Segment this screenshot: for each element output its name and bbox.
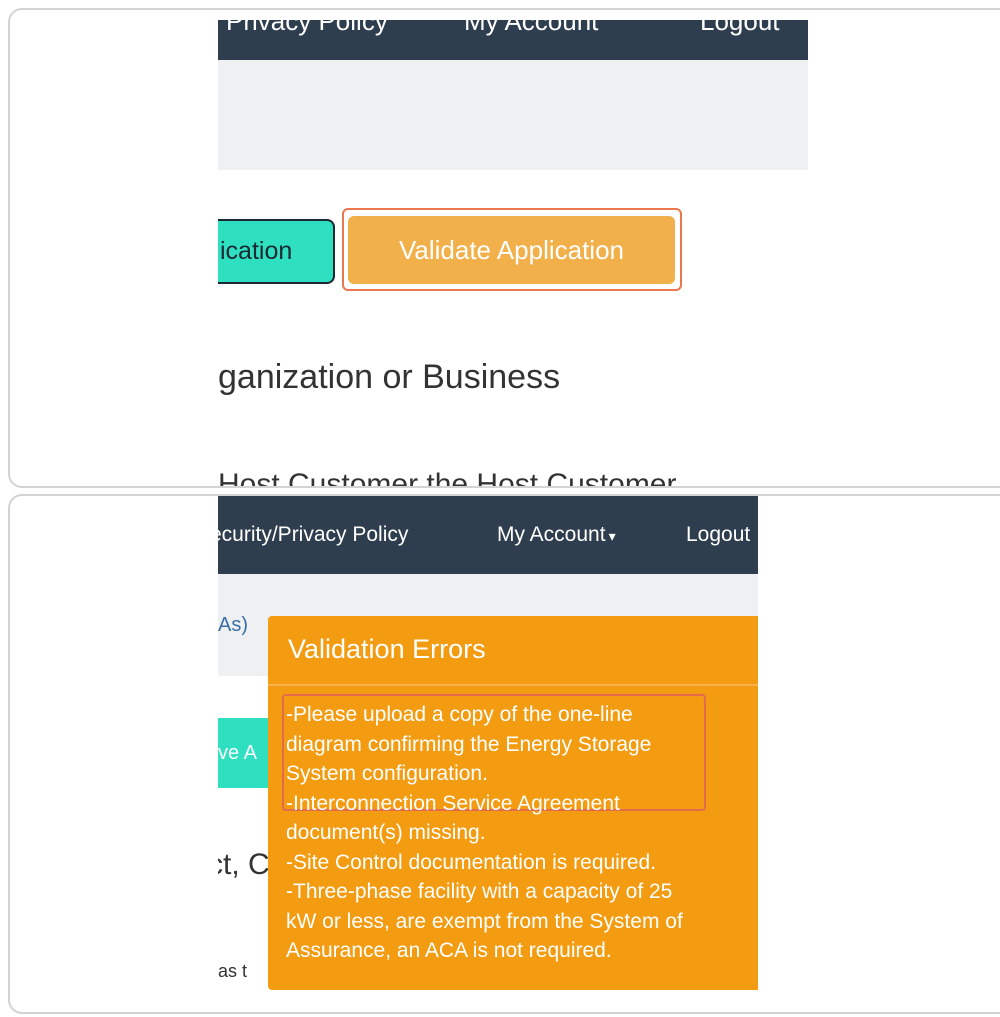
error-line: diagram confirming the Energy Storage [286,732,652,756]
nav-security-privacy-link[interactable]: ecurity/Privacy Policy [218,523,408,547]
error-line: -Three-phase facility with a capacity of… [286,880,673,903]
validation-error-list: -Please upload a copy of the one-line di… [286,700,756,966]
nav-my-account-dropdown[interactable]: My Account ▾ [497,523,616,547]
error-line: System configuration. [286,762,488,785]
section-text-cut: Host Customer the Host Customer [218,468,677,486]
popover-title: Validation Errors [288,634,486,664]
error-line: document(s) missing. [286,821,486,844]
screenshot-crop-top: Privacy Policy My Account Logout ication… [218,20,808,486]
caret-down-icon: ▾ [608,528,616,544]
error-line: -Please upload a copy of the one-line [286,703,633,726]
error-line: -Interconnection Service Agreement [286,791,620,815]
nav-my-account-link[interactable]: My Account [464,20,598,37]
nav-logout-link[interactable]: Logout [686,523,750,547]
nav-logout-link[interactable]: Logout [700,20,780,37]
background-heading-fragment: ct, C [218,848,270,881]
zoom-panel-bottom: ecurity/Privacy Policy My Account ▾ Logou… [8,494,1000,1014]
page-header-bar [218,60,808,170]
error-line: kW or less, are exempt from the System o… [286,909,683,933]
validation-errors-popover: Validation Errors -Please upload a copy … [268,616,758,990]
zoom-panel-top: Privacy Policy My Account Logout ication… [8,8,1000,488]
save-application-button[interactable]: ication [218,219,335,284]
error-line: -Site Control documentation is required. [286,850,657,874]
background-text-fragment: as t [218,961,248,981]
top-navbar: Privacy Policy My Account Logout [218,20,808,60]
popover-divider [268,684,758,686]
bottom-navbar: ecurity/Privacy Policy My Account ▾ Logou… [218,496,758,574]
background-link-fragment[interactable]: As) [218,614,248,637]
nav-my-account-label: My Account [497,523,606,546]
section-heading: ganization or Business [218,358,561,396]
validate-application-button[interactable]: Validate Application [348,216,675,284]
background-button-fragment[interactable]: ve A [218,718,274,788]
error-line: Assurance, an ACA is not required. [286,939,612,962]
nav-privacy-link[interactable]: Privacy Policy [226,20,388,37]
screenshot-crop-bottom: ecurity/Privacy Policy My Account ▾ Logou… [218,496,758,990]
